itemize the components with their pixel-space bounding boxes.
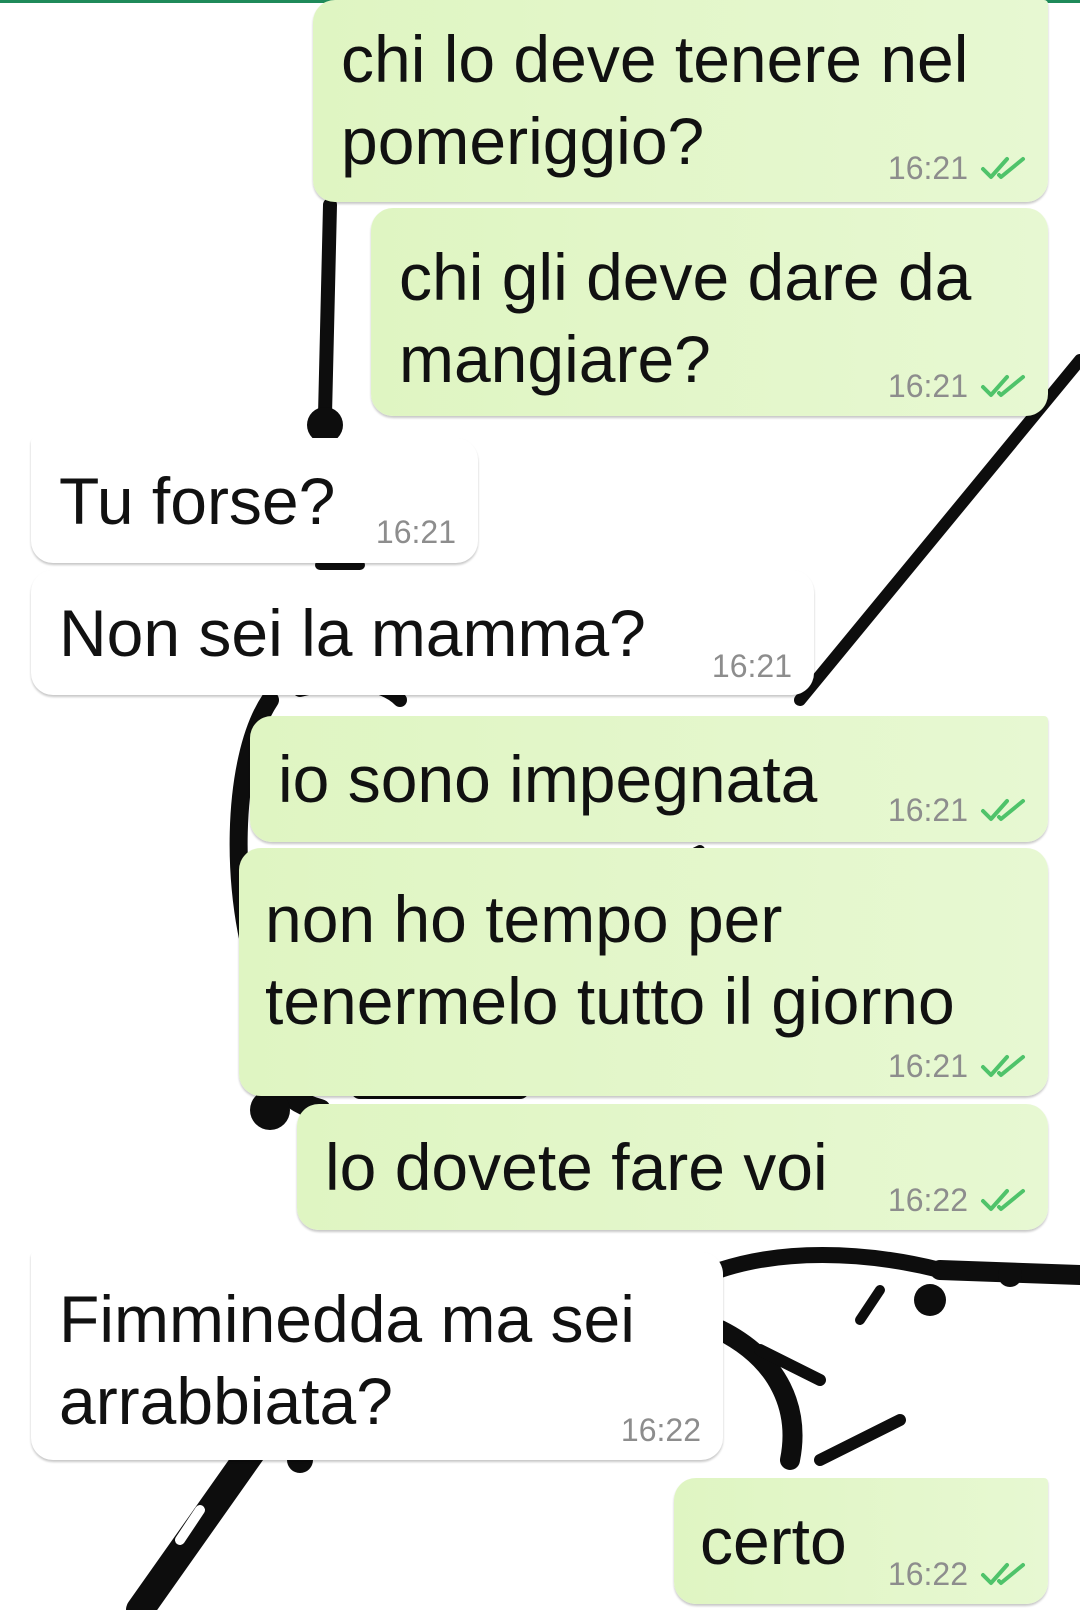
- double-check-icon: [981, 799, 1025, 821]
- message-bubble-outgoing[interactable]: chi lo deve tenere nel pomeriggio? 16:21: [313, 0, 1048, 202]
- message-meta: 16:22: [888, 1556, 1028, 1592]
- message-time: 16:22: [887, 1182, 968, 1218]
- message-time: 16:22: [887, 1556, 968, 1592]
- message-meta: 16:22: [888, 1182, 1028, 1218]
- double-check-icon: [981, 157, 1025, 179]
- message-time: 16:21: [887, 368, 968, 404]
- double-check-icon: [981, 1055, 1025, 1077]
- message-bubble-incoming[interactable]: Tu forse? 16:21: [31, 438, 478, 563]
- message-bubble-outgoing[interactable]: io sono impegnata 16:21: [250, 716, 1048, 842]
- message-text: Non sei la mamma?: [59, 596, 646, 670]
- message-bubble-outgoing[interactable]: lo dovete fare voi 16:22: [297, 1104, 1048, 1230]
- double-check-icon: [981, 1563, 1025, 1585]
- message-time: 16:21: [887, 792, 968, 828]
- double-check-icon: [981, 1189, 1025, 1211]
- message-meta: 16:21: [712, 648, 792, 684]
- message-bubble-incoming[interactable]: Non sei la mamma? 16:21: [31, 570, 814, 695]
- message-list[interactable]: chi lo deve tenere nel pomeriggio? 16:21…: [0, 0, 1080, 1610]
- message-time: 16:21: [887, 150, 968, 186]
- message-meta: 16:21: [888, 150, 1028, 186]
- message-bubble-outgoing[interactable]: non ho tempo per tenermelo tutto il gior…: [239, 848, 1048, 1096]
- message-text: lo dovete fare voi: [325, 1130, 828, 1204]
- message-time: 16:21: [375, 514, 456, 550]
- message-time: 16:22: [620, 1412, 701, 1448]
- double-check-icon: [981, 375, 1025, 397]
- message-meta: 16:22: [621, 1412, 701, 1448]
- message-bubble-outgoing[interactable]: chi gli deve dare da mangiare? 16:21: [371, 208, 1048, 416]
- message-text: chi gli deve dare da mangiare?: [399, 240, 972, 396]
- message-meta: 16:21: [376, 514, 456, 550]
- message-text: non ho tempo per tenermelo tutto il gior…: [265, 882, 955, 1038]
- message-text: chi lo deve tenere nel pomeriggio?: [341, 22, 969, 178]
- message-bubble-incoming[interactable]: Fimminedda ma sei arrabbiata? 16:22: [31, 1252, 723, 1460]
- message-meta: 16:21: [888, 368, 1028, 404]
- message-time: 16:21: [711, 648, 792, 684]
- message-meta: 16:21: [888, 1048, 1028, 1084]
- message-time: 16:21: [887, 1048, 968, 1084]
- message-bubble-outgoing[interactable]: certo 16:22: [674, 1478, 1048, 1604]
- message-text: Tu forse?: [59, 464, 336, 538]
- message-text: certo: [700, 1504, 847, 1578]
- message-meta: 16:21: [888, 792, 1028, 828]
- message-text: Fimminedda ma sei arrabbiata?: [59, 1282, 635, 1438]
- message-text: io sono impegnata: [278, 742, 818, 816]
